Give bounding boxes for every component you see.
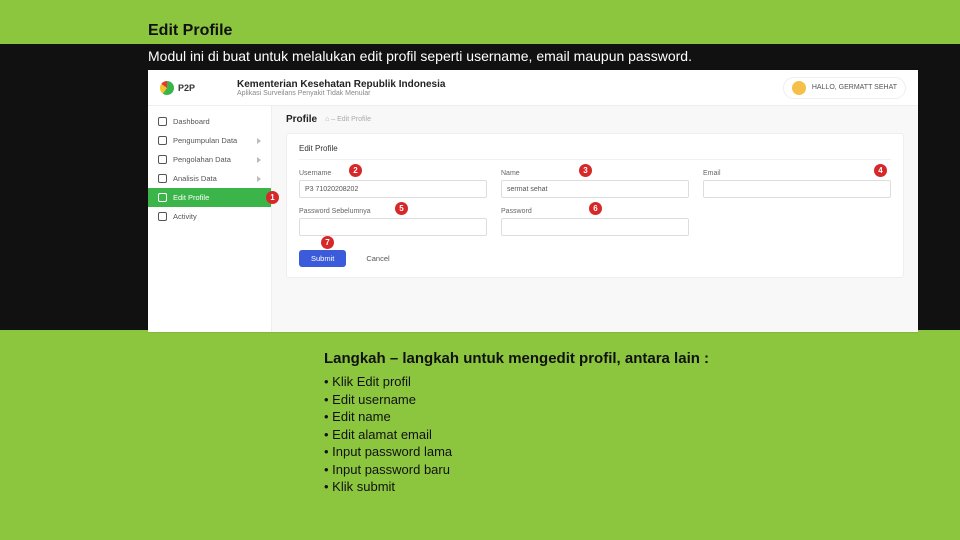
chevron-right-icon xyxy=(257,157,261,163)
user-chip[interactable]: HALLO, GERMATT SEHAT xyxy=(783,77,906,99)
sidebar-item-label: Dashboard xyxy=(173,117,210,126)
sidebar-item-edit-profile[interactable]: Edit Profile 1 xyxy=(148,188,271,207)
chevron-right-icon xyxy=(257,138,261,144)
step-item: • Klik Edit profil xyxy=(324,373,924,391)
username-input[interactable] xyxy=(299,180,487,198)
logo-icon xyxy=(160,81,174,95)
logo-text: P2P xyxy=(178,83,195,93)
marker-3: 3 xyxy=(579,164,592,177)
app-tagline: Aplikasi Surveilans Penyakit Tidak Menul… xyxy=(237,90,445,97)
field-new-password: 6 Password xyxy=(501,208,689,236)
step-item: • Edit name xyxy=(324,408,924,426)
logo: P2P xyxy=(160,81,195,95)
field-username: 2 Username xyxy=(299,170,487,198)
marker-2: 2 xyxy=(349,164,362,177)
step-item: • Edit alamat email xyxy=(324,426,924,444)
step-item: • Input password lama xyxy=(324,443,924,461)
old-password-label: Password Sebelumnya xyxy=(299,208,487,215)
sidebar-item-activity[interactable]: Activity xyxy=(148,207,271,226)
step-item: • Input password baru xyxy=(324,461,924,479)
field-old-password: 5 Password Sebelumnya xyxy=(299,208,487,236)
steps-block: Langkah – langkah untuk mengedit profil,… xyxy=(324,350,924,496)
step-item: • Klik submit xyxy=(324,478,924,496)
dashboard-icon xyxy=(158,117,167,126)
field-email: 4 Email xyxy=(703,170,891,198)
sidebar: Dashboard Pengumpulan Data Pengolahan Da… xyxy=(148,106,272,332)
sidebar-item-dashboard[interactable]: Dashboard xyxy=(148,112,271,131)
submit-button[interactable]: Submit xyxy=(299,250,346,267)
edit-profile-card: Edit Profile 2 Username 3 Name 4 Emai xyxy=(286,133,904,278)
marker-6: 6 xyxy=(589,202,602,215)
page-title: Edit Profile xyxy=(148,22,232,40)
email-input[interactable] xyxy=(703,180,891,198)
name-input[interactable] xyxy=(501,180,689,198)
avatar xyxy=(792,81,806,95)
app-screenshot: P2P Kementerian Kesehatan Republik Indon… xyxy=(148,70,918,332)
card-title: Edit Profile xyxy=(299,144,891,160)
email-label: Email xyxy=(703,170,891,177)
sidebar-item-label: Activity xyxy=(173,212,197,221)
activity-icon xyxy=(158,212,167,221)
name-label: Name xyxy=(501,170,689,177)
sidebar-item-label: Pengumpulan Data xyxy=(173,136,237,145)
header-title-area: Kementerian Kesehatan Republik Indonesia… xyxy=(237,79,445,97)
marker-7: 7 xyxy=(321,236,334,249)
cancel-button[interactable]: Cancel xyxy=(354,250,401,267)
new-password-input[interactable] xyxy=(501,218,689,236)
chart-icon xyxy=(158,174,167,183)
crumb-title: Profile xyxy=(286,114,317,125)
old-password-input[interactable] xyxy=(299,218,487,236)
crumb-path: ⌂ – Edit Profile xyxy=(325,116,371,123)
chevron-right-icon xyxy=(257,176,261,182)
data-collect-icon xyxy=(158,136,167,145)
data-process-icon xyxy=(158,155,167,164)
sidebar-item-pengumpulan[interactable]: Pengumpulan Data xyxy=(148,131,271,150)
app-title: Kementerian Kesehatan Republik Indonesia xyxy=(237,79,445,90)
breadcrumb: Profile ⌂ – Edit Profile xyxy=(286,114,904,125)
sidebar-item-label: Edit Profile xyxy=(173,193,209,202)
page-subtitle: Modul ini di buat untuk melalukan edit p… xyxy=(148,48,692,64)
user-greeting: HALLO, GERMATT SEHAT xyxy=(812,84,897,91)
username-label: Username xyxy=(299,170,487,177)
marker-1: 1 xyxy=(266,191,279,204)
marker-5: 5 xyxy=(395,202,408,215)
profile-icon xyxy=(158,193,167,202)
sidebar-item-label: Analisis Data xyxy=(173,174,217,183)
sidebar-item-analisis[interactable]: Analisis Data xyxy=(148,169,271,188)
field-name: 3 Name xyxy=(501,170,689,198)
steps-heading: Langkah – langkah untuk mengedit profil,… xyxy=(324,350,924,367)
steps-list: • Klik Edit profil • Edit username • Edi… xyxy=(324,373,924,496)
step-item: • Edit username xyxy=(324,391,924,409)
sidebar-item-label: Pengolahan Data xyxy=(173,155,231,164)
app-header: P2P Kementerian Kesehatan Republik Indon… xyxy=(148,70,918,106)
sidebar-item-pengolahan[interactable]: Pengolahan Data xyxy=(148,150,271,169)
marker-4: 4 xyxy=(874,164,887,177)
main-panel: Profile ⌂ – Edit Profile Edit Profile 2 … xyxy=(272,106,918,332)
